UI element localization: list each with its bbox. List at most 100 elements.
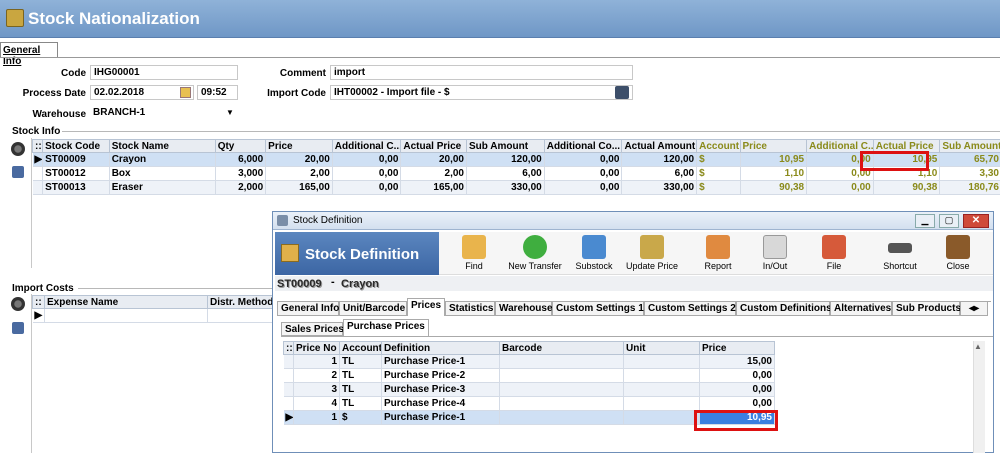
report-button[interactable]: Report xyxy=(691,235,745,271)
col-fx-price[interactable]: Price xyxy=(739,139,808,153)
cell-price-no[interactable]: 1 xyxy=(293,410,340,425)
cell-actual-price[interactable]: 2,00 xyxy=(400,166,467,181)
cell-unit[interactable] xyxy=(623,354,700,369)
import-code-field[interactable]: IHT00002 - Import file - $ xyxy=(330,85,633,100)
cell-qty[interactable]: 2,000 xyxy=(215,180,267,195)
cell-stock-code[interactable]: ST00012 xyxy=(42,166,110,181)
cell-barcode[interactable] xyxy=(499,368,624,383)
substock-button[interactable]: Substock xyxy=(567,235,621,271)
lookup-icon[interactable] xyxy=(615,86,629,99)
cell-barcode[interactable] xyxy=(499,382,624,397)
tab-custom-settings-1[interactable]: Custom Settings 1 xyxy=(552,301,644,316)
file-button[interactable]: File xyxy=(807,235,861,271)
new-transfer-button[interactable]: New Transfer xyxy=(507,235,563,271)
cell-price[interactable]: 165,00 xyxy=(265,180,333,195)
cell-sub-amount[interactable]: 6,00 xyxy=(466,166,545,181)
cell-price-no[interactable]: 4 xyxy=(293,396,340,411)
cell-account[interactable]: $ xyxy=(696,166,741,181)
calendar-icon[interactable] xyxy=(180,87,191,98)
col-price[interactable]: Price xyxy=(265,139,333,153)
gear-icon[interactable] xyxy=(11,142,25,156)
table-row[interactable]: 4 TL Purchase Price-4 0,00 xyxy=(283,396,775,411)
table-row[interactable]: ▶ ST00009 Crayon 6,000 20,00 0,00 20,00 … xyxy=(32,152,1000,167)
cell-stock-name[interactable]: Box xyxy=(109,166,216,181)
binoculars-icon[interactable] xyxy=(12,166,24,178)
col-stock-code[interactable]: Stock Code xyxy=(42,139,110,153)
col-definition[interactable]: Definition xyxy=(381,341,500,355)
cell-definition[interactable]: Purchase Price-2 xyxy=(381,368,500,383)
cell-stock-name[interactable]: Eraser xyxy=(109,180,216,195)
tab-general-info[interactable]: General Info xyxy=(277,301,339,316)
cell-account[interactable]: $ xyxy=(696,180,741,195)
cell-stock-name[interactable]: Crayon xyxy=(109,152,216,167)
cell-unit[interactable] xyxy=(623,396,700,411)
close-button[interactable]: Close xyxy=(931,235,985,271)
tab-unit-barcode[interactable]: Unit/Barcode xyxy=(339,301,407,316)
col-distr-method[interactable]: Distr. Method xyxy=(207,295,274,309)
cell-account[interactable]: TL xyxy=(339,354,382,369)
cell-definition[interactable]: Purchase Price-3 xyxy=(381,382,500,397)
tab-alternatives[interactable]: Alternatives xyxy=(830,301,892,316)
cell-price-no[interactable]: 2 xyxy=(293,368,340,383)
cell-sub-amount[interactable]: 330,00 xyxy=(466,180,545,195)
comment-field[interactable]: import xyxy=(330,65,633,80)
col-qty[interactable]: Qty xyxy=(214,139,267,153)
cell-fx-sub-amount[interactable]: 3,30 xyxy=(939,166,1000,181)
tab-prices[interactable]: Prices xyxy=(407,298,445,316)
cell-fx-price[interactable]: 10,95 xyxy=(740,152,808,167)
cell-account[interactable]: TL xyxy=(339,382,382,397)
col-unit[interactable]: Unit xyxy=(623,341,700,355)
cell-price[interactable]: 15,00 xyxy=(699,354,775,369)
cell-account[interactable]: TL xyxy=(339,396,382,411)
cell-actual-amount[interactable]: 330,00 xyxy=(621,180,698,195)
close-window-button[interactable]: ✕ xyxy=(963,214,989,228)
cell-additional-cost[interactable]: 0,00 xyxy=(332,180,402,195)
cell-account[interactable]: $ xyxy=(696,152,741,167)
col-additional-cost[interactable]: Additional C... xyxy=(331,139,402,153)
cell-stock-code[interactable]: ST00013 xyxy=(42,180,110,195)
tab-sales-prices[interactable]: Sales Prices xyxy=(281,322,344,336)
col-fx-sub-amount[interactable]: Sub Amount xyxy=(939,139,1000,153)
shortcut-button[interactable]: Shortcut xyxy=(873,235,927,271)
cell-definition[interactable]: Purchase Price-1 xyxy=(381,354,500,369)
cell-price[interactable]: 0,00 xyxy=(699,368,775,383)
cell-additional-cost-2[interactable]: 0,00 xyxy=(544,166,623,181)
cell-actual-amount[interactable]: 6,00 xyxy=(621,166,698,181)
col-account[interactable]: Account xyxy=(339,341,382,355)
tab-custom-definitions[interactable]: Custom Definitions xyxy=(736,301,832,316)
tab-purchase-prices[interactable]: Purchase Prices xyxy=(343,319,429,336)
cell-fx-actual-price[interactable]: 90,38 xyxy=(873,180,941,195)
cell-fx-sub-amount[interactable]: 180,76 xyxy=(939,180,1000,195)
cell-actual-amount[interactable]: 120,00 xyxy=(621,152,698,167)
import-costs-grid[interactable]: :: Expense Name Distr. Method ▶ xyxy=(32,295,274,323)
cell-additional-cost[interactable]: 0,00 xyxy=(332,166,402,181)
vertical-scrollbar[interactable] xyxy=(973,341,985,453)
col-actual-amount[interactable]: Actual Amount xyxy=(621,139,698,153)
cell-price[interactable]: 0,00 xyxy=(699,382,775,397)
col-price-no[interactable]: Price No xyxy=(293,341,340,355)
cell-barcode[interactable] xyxy=(499,396,624,411)
in-out-button[interactable]: In/Out xyxy=(748,235,802,271)
tab-statistics[interactable]: Statistics xyxy=(445,301,495,316)
binoculars-icon[interactable] xyxy=(12,322,24,334)
cell-fx-additional-cost[interactable]: 0,00 xyxy=(806,180,874,195)
cell-barcode[interactable] xyxy=(499,354,624,369)
cell-additional-cost[interactable]: 0,00 xyxy=(332,152,402,167)
cell-definition[interactable]: Purchase Price-4 xyxy=(381,396,500,411)
cell-price[interactable]: 20,00 xyxy=(265,152,333,167)
table-row[interactable]: ▶ xyxy=(32,308,274,323)
col-expense-name[interactable]: Expense Name xyxy=(44,295,208,309)
tab-warehouse[interactable]: Warehouse xyxy=(495,301,553,316)
scroll-up-icon[interactable]: ▲ xyxy=(974,342,982,351)
table-row[interactable]: ST00013 Eraser 2,000 165,00 0,00 165,00 … xyxy=(32,180,1000,195)
cell-account[interactable]: TL xyxy=(339,368,382,383)
cell-price-no[interactable]: 3 xyxy=(293,382,340,397)
cell-additional-cost-2[interactable]: 0,00 xyxy=(544,152,623,167)
cell-price[interactable]: 2,00 xyxy=(265,166,333,181)
tab-scroll-arrows[interactable]: ◂▸ xyxy=(960,301,988,316)
gear-icon[interactable] xyxy=(11,297,25,311)
tab-general-info[interactable]: General Info xyxy=(0,42,58,67)
cell-unit[interactable] xyxy=(623,410,700,425)
tab-sub-products[interactable]: Sub Products xyxy=(892,301,961,316)
cell-definition[interactable]: Purchase Price-1 xyxy=(381,410,500,425)
